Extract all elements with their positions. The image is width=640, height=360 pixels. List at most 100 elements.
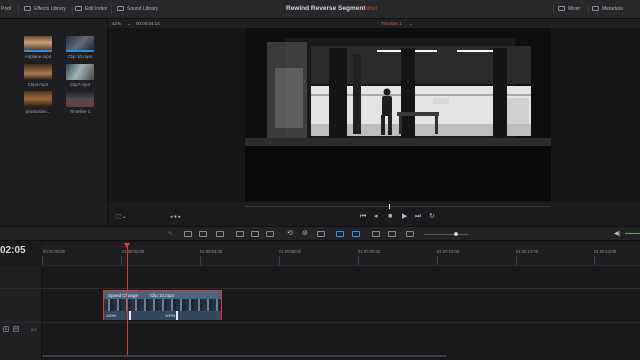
ruler-tick <box>121 256 122 265</box>
media-clip-production[interactable]: production... <box>21 91 55 114</box>
clip-speed-bar <box>104 311 221 320</box>
jog-control-icon[interactable]: ◂ ● ▸ <box>170 213 181 221</box>
edit-index-tab[interactable]: Edit Index <box>75 6 107 12</box>
ruler-label: 01:00:02:00 <box>122 249 145 254</box>
insert-clip-icon[interactable] <box>236 231 244 237</box>
loop-icon[interactable]: ↻ <box>429 213 435 221</box>
project-title: Rewind Reverse Segment <box>286 5 366 12</box>
timeline-timecode: 02:05 <box>0 245 26 256</box>
go-to-start-icon[interactable]: ⏮ <box>360 213 366 221</box>
media-clip-10[interactable]: Clip 10.mp4 <box>63 36 97 59</box>
stop-icon[interactable]: ■ <box>388 213 392 221</box>
ruler-label: 00:00:00:00 <box>43 249 66 254</box>
media-clip-label: Airplane.mp4 <box>24 54 52 59</box>
timeline-ruler[interactable]: 00:00:00:00 01:00:02:00 01:00:04:00 01:0… <box>42 242 640 266</box>
ruler-tick <box>516 256 517 265</box>
media-clip-label: Clip 10.mp4 <box>67 54 92 59</box>
ruler-label: 01:00:12:00 <box>516 249 539 254</box>
clip-usage-bar <box>24 50 52 52</box>
sound-library-label: Sound Library <box>127 6 159 12</box>
replace-clip-icon[interactable] <box>266 231 274 237</box>
linked-selection-icon[interactable]: ⊘ <box>302 229 310 237</box>
mixer-tab[interactable]: Mixer <box>558 6 580 12</box>
metadata-tab[interactable]: Metadata <box>592 6 623 12</box>
clip-speed-label: Speed Change <box>108 292 139 298</box>
marker-icon[interactable] <box>352 231 360 237</box>
snapping-icon[interactable]: ⟲ <box>287 229 295 237</box>
media-clip-label: Clip7.mp4 <box>69 82 91 87</box>
metadata-icon <box>592 6 599 11</box>
play-icon[interactable]: ▶ <box>402 213 407 221</box>
volume-level-bar[interactable] <box>625 233 640 234</box>
zoom-dropdown-icon[interactable]: ⌄ <box>127 21 131 27</box>
mute-button[interactable]: M <box>13 326 19 332</box>
effects-icon <box>24 6 31 11</box>
play-reverse-icon[interactable]: ◂ <box>374 213 378 221</box>
timeline-name[interactable]: Timeline 1 <box>381 21 402 26</box>
timeline-thumbnail <box>66 91 94 107</box>
clip-usage-bar <box>66 50 94 52</box>
zoom-level[interactable]: 42% <box>112 21 121 26</box>
track-channel-label: 2.0 <box>31 327 37 332</box>
go-to-end-icon[interactable]: ⏭ <box>415 213 421 221</box>
ruler-label: 01:00:14:00 <box>594 249 617 254</box>
speed-point-marker[interactable] <box>129 311 131 320</box>
clip-thumbnail <box>24 64 52 80</box>
flag-icon[interactable] <box>336 231 344 237</box>
zoom-slider-handle[interactable] <box>454 232 458 236</box>
sound-library-icon <box>117 6 124 11</box>
transport-controls: ⬚⌄ ◂ ● ▸ ⏮ ◂ ■ ▶ ⏭ ↻ <box>108 209 640 225</box>
media-pool-label: Pool <box>1 6 12 12</box>
source-timecode: 00:00:04:14 <box>136 20 160 26</box>
selection-tool-icon[interactable]: ↖ <box>168 230 176 237</box>
media-timeline-1[interactable]: Timeline 1 <box>63 91 97 114</box>
ruler-tick <box>200 256 201 265</box>
track-divider <box>0 288 640 289</box>
clip-speed-right[interactable]: 100% <box>165 313 175 318</box>
toolbar-divider <box>18 5 19 14</box>
trim-tool-icon[interactable] <box>184 231 192 237</box>
edit-index-label: Edit Index <box>85 6 108 12</box>
dynamic-trim-icon[interactable] <box>199 231 207 237</box>
overwrite-clip-icon[interactable] <box>251 231 259 237</box>
mixer-icon <box>558 6 565 11</box>
edit-index-icon <box>75 6 82 11</box>
clip-thumbnail <box>24 36 52 52</box>
clip-speed-left[interactable]: 100% <box>106 313 116 318</box>
metadata-label: Metadata <box>602 6 623 12</box>
zoom-full-icon[interactable] <box>372 231 380 237</box>
ruler-label: 01:00:04:00 <box>200 249 223 254</box>
timeline-horizontal-scrollbar[interactable] <box>42 355 447 357</box>
video-frame[interactable] <box>245 28 551 201</box>
ruler-label: 01:00:10:00 <box>437 249 460 254</box>
ruler-tick <box>358 256 359 265</box>
sound-library-tab[interactable]: Sound Library <box>117 6 158 12</box>
volume-icon[interactable]: ◀) <box>614 230 622 237</box>
viewer-scrubber[interactable] <box>245 206 551 207</box>
clip-thumbnail <box>66 64 94 80</box>
mixer-label: Mixer <box>568 6 581 12</box>
timeline-dropdown-icon[interactable]: ⌄ <box>409 21 413 27</box>
media-clip-7[interactable]: Clip7.mp4 <box>63 64 97 87</box>
media-clip-airplane[interactable]: Airplane.mp4 <box>21 36 55 59</box>
media-pool-tab[interactable]: Pool <box>1 6 11 12</box>
viewer-options-icon[interactable]: ⬚⌄ <box>116 213 127 221</box>
blade-tool-icon[interactable] <box>216 231 224 237</box>
zoom-detail-icon[interactable] <box>388 231 396 237</box>
effects-library-tab[interactable]: Effects Library <box>24 6 66 12</box>
zoom-slider[interactable] <box>424 234 468 235</box>
media-clip-label: Timeline 1 <box>69 109 91 114</box>
toolbar-divider <box>111 5 112 14</box>
clip-name: Clip 10.mp4 <box>150 292 175 298</box>
subway-frame-image <box>245 28 551 201</box>
media-clip-label: production... <box>25 109 51 114</box>
solo-button[interactable]: S <box>3 326 9 332</box>
media-clip-4[interactable]: Clip4.mp4 <box>21 64 55 87</box>
zoom-custom-icon[interactable] <box>406 231 414 237</box>
speed-point-marker[interactable] <box>176 311 178 320</box>
position-lock-icon[interactable] <box>317 231 325 237</box>
timeline-clip[interactable]: Speed Change Clip 10.mp4 100% 100% <box>103 290 222 320</box>
playhead[interactable] <box>127 244 128 356</box>
project-status: Edited <box>363 6 378 12</box>
ruler-label: 01:00:06:00 <box>279 249 302 254</box>
